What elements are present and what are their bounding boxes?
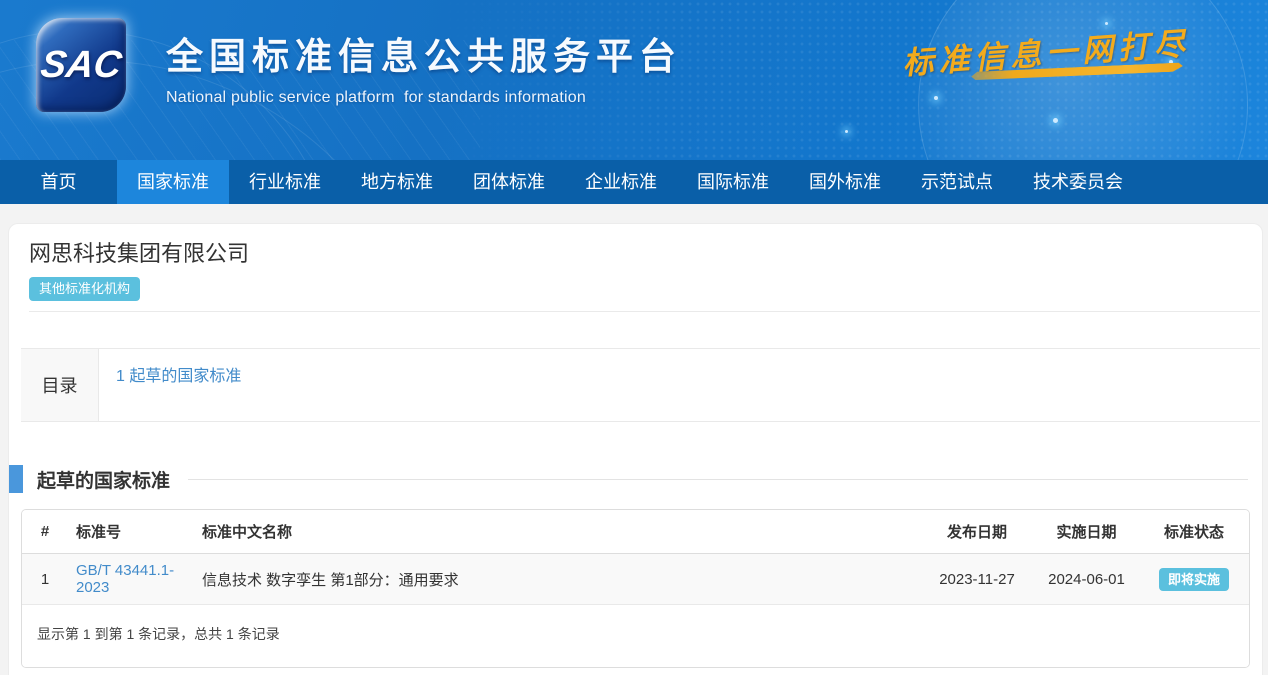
site-title-english: National public service platform for sta…	[166, 89, 682, 107]
nav-item-local-standards[interactable]: 地方标准	[341, 160, 453, 204]
main-nav: 首页 国家标准 行业标准 地方标准 团体标准 企业标准 国际标准 国外标准 示范…	[0, 160, 1268, 204]
organization-name: 网思科技集团有限公司	[29, 239, 1242, 268]
sac-logo[interactable]: SAC	[36, 18, 126, 112]
nav-item-technical-committees[interactable]: 技术委员会	[1013, 160, 1143, 204]
sac-logo-text: SAC	[38, 44, 124, 87]
publish-date-cell: 2023-11-27	[920, 554, 1034, 605]
section-marker	[9, 465, 23, 493]
organization-type-badge: 其他标准化机构	[29, 277, 140, 301]
standard-number-cell: GB/T 43441.1-2023	[68, 554, 194, 605]
pagination-summary: 显示第 1 到第 1 条记录，总共 1 条记录	[22, 605, 1249, 667]
nav-item-national-standards[interactable]: 国家标准	[117, 160, 229, 204]
nav-item-foreign-standards[interactable]: 国外标准	[789, 160, 901, 204]
column-header-status: 标准状态	[1139, 510, 1249, 554]
toc-label: 目录	[21, 349, 98, 421]
sparkle-dot	[1053, 118, 1058, 123]
nav-item-home[interactable]: 首页	[0, 160, 117, 204]
sparkle-dot	[845, 130, 848, 133]
organization-header: 网思科技集团有限公司 其他标准化机构	[9, 224, 1262, 301]
nav-item-pilot-programs[interactable]: 示范试点	[901, 160, 1013, 204]
status-badge: 即将实施	[1159, 568, 1229, 591]
nav-item-international-standards[interactable]: 国际标准	[677, 160, 789, 204]
column-header-index: #	[22, 510, 68, 554]
column-header-standard-chinese-name: 标准中文名称	[194, 510, 920, 554]
divider-line	[29, 311, 1260, 312]
toc-body: 1 起草的国家标准	[98, 349, 1260, 421]
section-title: 起草的国家标准	[37, 466, 170, 493]
standards-table-container: # 标准号 标准中文名称 发布日期 实施日期 标准状态 1 GB/T 43441…	[21, 509, 1250, 668]
column-header-standard-number: 标准号	[68, 510, 194, 554]
section-rule-line	[188, 479, 1248, 480]
standard-number-link[interactable]: GB/T 43441.1-2023	[76, 562, 174, 596]
sparkle-dot	[934, 96, 938, 100]
table-row: 1 GB/T 43441.1-2023 信息技术 数字孪生 第1部分：通用要求 …	[22, 554, 1249, 605]
column-header-publish-date: 发布日期	[920, 510, 1034, 554]
site-title-chinese: 全国标准信息公共服务平台	[166, 26, 682, 80]
content-card: 网思科技集团有限公司 其他标准化机构 目录 1 起草的国家标准 起草的国家标准 …	[8, 223, 1263, 675]
section-header: 起草的国家标准	[9, 465, 1248, 493]
table-header-row: # 标准号 标准中文名称 发布日期 实施日期 标准状态	[22, 510, 1249, 554]
site-title-block: 全国标准信息公共服务平台 National public service pla…	[166, 26, 682, 107]
site-banner: SAC 全国标准信息公共服务平台 National public service…	[0, 0, 1268, 160]
nav-item-group-standards[interactable]: 团体标准	[453, 160, 565, 204]
column-header-implement-date: 实施日期	[1034, 510, 1139, 554]
toc-link-drafted-national-standards[interactable]: 1 起草的国家标准	[116, 368, 241, 385]
standards-table: # 标准号 标准中文名称 发布日期 实施日期 标准状态 1 GB/T 43441…	[22, 510, 1249, 605]
status-cell: 即将实施	[1139, 554, 1249, 605]
row-index: 1	[22, 554, 68, 605]
toc-box: 目录 1 起草的国家标准	[21, 348, 1260, 422]
standard-name-cell: 信息技术 数字孪生 第1部分：通用要求	[194, 554, 920, 605]
globe-decoration	[918, 0, 1248, 160]
nav-item-enterprise-standards[interactable]: 企业标准	[565, 160, 677, 204]
nav-item-industry-standards[interactable]: 行业标准	[229, 160, 341, 204]
implement-date-cell: 2024-06-01	[1034, 554, 1139, 605]
